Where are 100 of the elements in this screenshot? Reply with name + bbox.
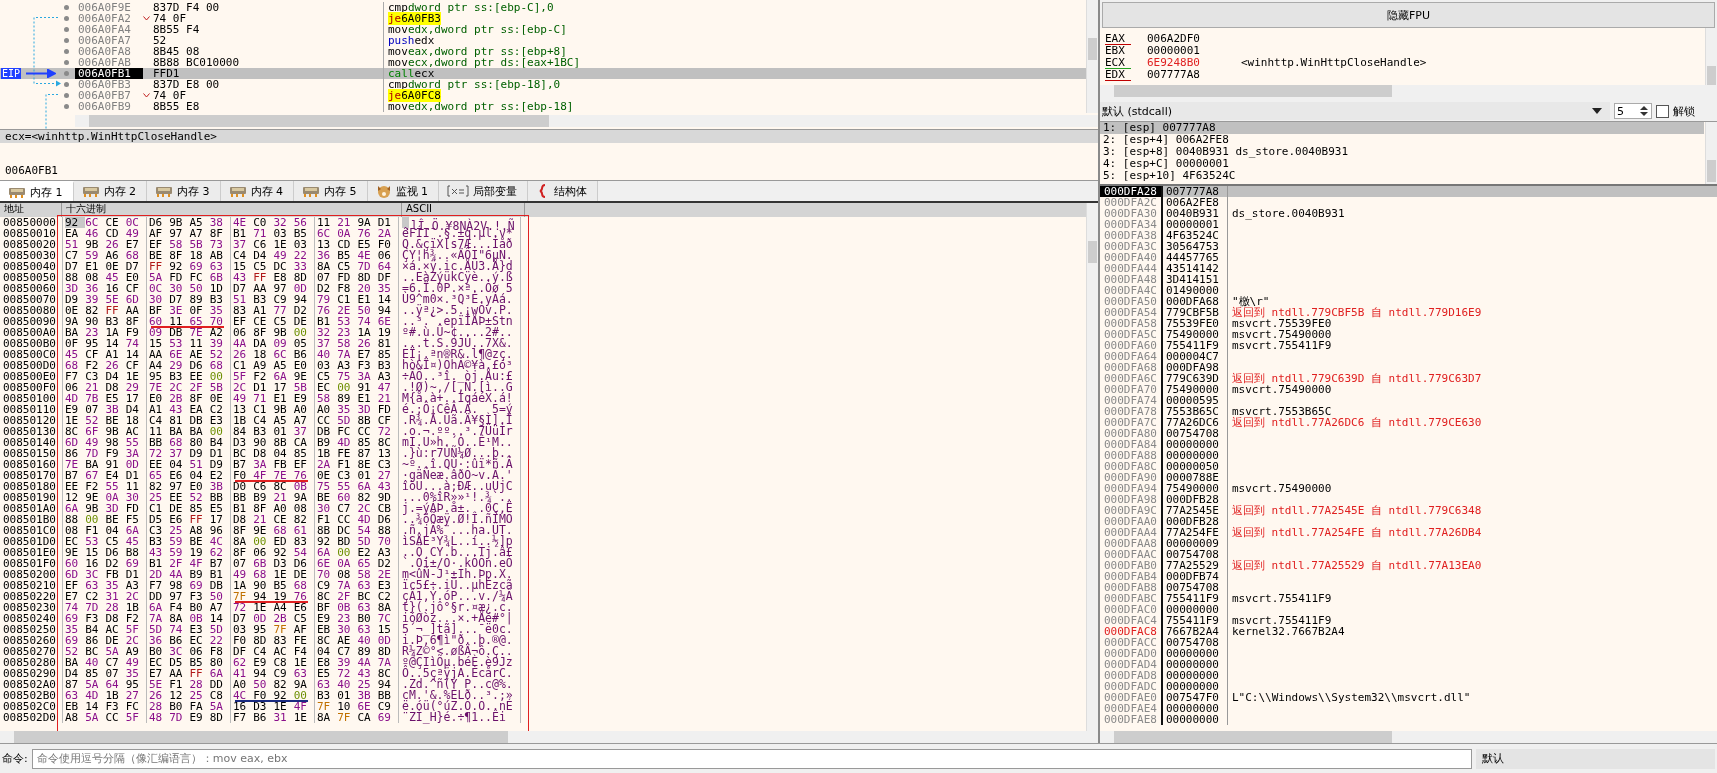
stack-address[interactable]: 000DFA84 bbox=[1100, 439, 1163, 450]
stack-address[interactable]: 000DFA7C bbox=[1100, 417, 1163, 428]
stack-address[interactable]: 000DFAE8 bbox=[1100, 714, 1163, 725]
register-value[interactable]: 007777A8 bbox=[1147, 69, 1241, 81]
stack-address[interactable]: 000DFA3C bbox=[1100, 241, 1163, 252]
stack-address[interactable]: 000DFA4C bbox=[1100, 285, 1163, 296]
scrollbar[interactable] bbox=[75, 115, 1098, 127]
tab[interactable]: 局部变量 bbox=[439, 181, 528, 201]
stack-address[interactable]: 000DFAC0 bbox=[1100, 604, 1163, 615]
address-cell[interactable]: 006A0FA8 bbox=[75, 46, 143, 57]
unlock-checkbox[interactable] bbox=[1656, 104, 1669, 118]
stack-address[interactable]: 000DFA30 bbox=[1100, 208, 1163, 219]
address-cell[interactable]: 006A0F9E bbox=[75, 2, 143, 13]
stack-address[interactable]: 000DFA34 bbox=[1100, 219, 1163, 230]
stack-address[interactable]: 000DFAE4 bbox=[1100, 703, 1163, 714]
stack-address[interactable]: 000DFACC bbox=[1100, 637, 1163, 648]
stack-address[interactable]: 000DFA88 bbox=[1100, 450, 1163, 461]
argument-row[interactable]: 4: [esp+C] 00000001 bbox=[1100, 158, 1704, 170]
register-value[interactable]: 6E9248B0 bbox=[1147, 57, 1241, 69]
mode-dropdown[interactable]: 默认 bbox=[1475, 748, 1715, 769]
stack-address[interactable]: 000DFAD8 bbox=[1100, 670, 1163, 681]
address-cell[interactable]: 006A0FB7 bbox=[75, 90, 143, 101]
stack-address[interactable]: 000DFA68 bbox=[1100, 362, 1163, 373]
address-cell[interactable]: 006A0FA4 bbox=[75, 24, 143, 35]
tab[interactable]: 内存 5 bbox=[294, 181, 368, 201]
breakpoint-dot[interactable] bbox=[64, 82, 69, 87]
scrollbar[interactable] bbox=[1086, 0, 1098, 113]
register-name[interactable]: EDX bbox=[1105, 69, 1131, 81]
stack-address[interactable]: 000DFA28 bbox=[1100, 186, 1163, 197]
breakpoint-dot[interactable] bbox=[64, 93, 69, 98]
stack-address[interactable]: 000DFA64 bbox=[1100, 351, 1163, 362]
argument-row[interactable]: 5: [esp+10] 4F63524C bbox=[1100, 170, 1704, 182]
scrollbar[interactable] bbox=[1086, 203, 1098, 732]
stack-address[interactable]: 000DFADC bbox=[1100, 681, 1163, 692]
argument-row[interactable]: 1: [esp] 007777A8 bbox=[1100, 122, 1704, 134]
breakpoint-dot[interactable] bbox=[64, 38, 69, 43]
argument-count-spinner[interactable]: 5 bbox=[1614, 103, 1652, 119]
stack-address[interactable]: 000DFAD0 bbox=[1100, 648, 1163, 659]
tab[interactable]: 内存 2 bbox=[73, 181, 147, 201]
stack-address[interactable]: 000DFA54 bbox=[1100, 307, 1163, 318]
breakpoint-dot[interactable] bbox=[64, 71, 69, 76]
hide-fpu-button[interactable]: 隐藏FPU bbox=[1102, 2, 1715, 28]
stack-address[interactable]: 000DFA50 bbox=[1100, 296, 1163, 307]
register-value[interactable]: 00000001 bbox=[1147, 45, 1241, 57]
stack-address[interactable]: 000DFA8C bbox=[1100, 461, 1163, 472]
stack-address[interactable]: 000DFA60 bbox=[1100, 340, 1163, 351]
stack-address[interactable]: 000DFAB0 bbox=[1100, 560, 1163, 571]
stack-address[interactable]: 000DFAAC bbox=[1100, 549, 1163, 560]
address-cell[interactable]: 006A0FB3 bbox=[75, 79, 143, 90]
stack-address[interactable]: 000DFA70 bbox=[1100, 384, 1163, 395]
address-cell[interactable]: 006A0FA2 bbox=[75, 13, 143, 24]
stack-address[interactable]: 000DFA38 bbox=[1100, 230, 1163, 241]
stack-address[interactable]: 000DFA74 bbox=[1100, 395, 1163, 406]
breakpoint-dot[interactable] bbox=[64, 104, 69, 109]
stack-address[interactable]: 000DFAC8 bbox=[1100, 626, 1163, 637]
breakpoint-dot[interactable] bbox=[64, 49, 69, 54]
stack-address[interactable]: 000DFABC bbox=[1100, 593, 1163, 604]
stack-address[interactable]: 000DFA98 bbox=[1100, 494, 1163, 505]
stack-address[interactable]: 000DFAB8 bbox=[1100, 582, 1163, 593]
stack-address[interactable]: 000DFA44 bbox=[1100, 263, 1163, 274]
argument-row[interactable]: 2: [esp+4] 006A2FE8 bbox=[1100, 134, 1704, 146]
register-name[interactable]: EAX bbox=[1105, 33, 1131, 45]
register-value[interactable]: 006A2DF0 bbox=[1147, 33, 1241, 45]
address-cell[interactable]: 006A0FB9 bbox=[75, 101, 143, 112]
breakpoint-dot[interactable] bbox=[64, 60, 69, 65]
tab[interactable]: 监视 1 bbox=[367, 181, 439, 201]
scrollbar[interactable] bbox=[0, 731, 1098, 744]
stack-address[interactable]: 000DFA6C bbox=[1100, 373, 1163, 384]
register-name[interactable]: ECX bbox=[1105, 57, 1131, 69]
stack-address[interactable]: 000DFA78 bbox=[1100, 406, 1163, 417]
stack-address[interactable]: 000DFAE0 bbox=[1100, 692, 1163, 703]
stack-address[interactable]: 000DFA80 bbox=[1100, 428, 1163, 439]
scrollbar[interactable] bbox=[1100, 731, 1717, 744]
stack-address[interactable]: 000DFA94 bbox=[1100, 483, 1163, 494]
stack-address[interactable]: 000DFAA0 bbox=[1100, 516, 1163, 527]
breakpoint-dot[interactable] bbox=[64, 16, 69, 21]
argument-row[interactable]: 3: [esp+8] 0040B931 ds_store.0040B931 bbox=[1100, 146, 1704, 158]
address-cell[interactable]: 006A0FA7 bbox=[75, 35, 143, 46]
tab[interactable]: 内存 3 bbox=[147, 181, 221, 201]
stack-address[interactable]: 000DFA5C bbox=[1100, 329, 1163, 340]
stack-address[interactable]: 000DFA58 bbox=[1100, 318, 1163, 329]
stack-address[interactable]: 000DFA9C bbox=[1100, 505, 1163, 516]
stack-address[interactable]: 000DFAB4 bbox=[1100, 571, 1163, 582]
stack-address[interactable]: 000DFA90 bbox=[1100, 472, 1163, 483]
scrollbar[interactable] bbox=[1705, 28, 1717, 85]
stack-address[interactable]: 000DFAA4 bbox=[1100, 527, 1163, 538]
address-cell[interactable]: 006A0FB1 bbox=[75, 68, 143, 79]
stack-address[interactable]: 000DFA2C bbox=[1100, 197, 1163, 208]
scrollbar[interactable] bbox=[1705, 122, 1717, 184]
stack-address[interactable]: 000DFAA8 bbox=[1100, 538, 1163, 549]
stack-address[interactable]: 000DFA48 bbox=[1100, 274, 1163, 285]
breakpoint-dot[interactable] bbox=[64, 27, 69, 32]
stack-address[interactable]: 000DFAC4 bbox=[1100, 615, 1163, 626]
command-input[interactable]: 命令使用逗号分隔（像汇编语言）：mov eax, ebx bbox=[31, 748, 1472, 769]
tab[interactable]: 内存 4 bbox=[220, 181, 294, 201]
register-name[interactable]: EBX bbox=[1105, 45, 1131, 57]
tab[interactable]: 内存 1 bbox=[0, 181, 74, 201]
column-header[interactable]: 地址 bbox=[0, 203, 62, 217]
calling-convention-dropdown[interactable]: 默认 (stdcall) bbox=[1100, 102, 1610, 120]
stack-address[interactable]: 000DFA40 bbox=[1100, 252, 1163, 263]
